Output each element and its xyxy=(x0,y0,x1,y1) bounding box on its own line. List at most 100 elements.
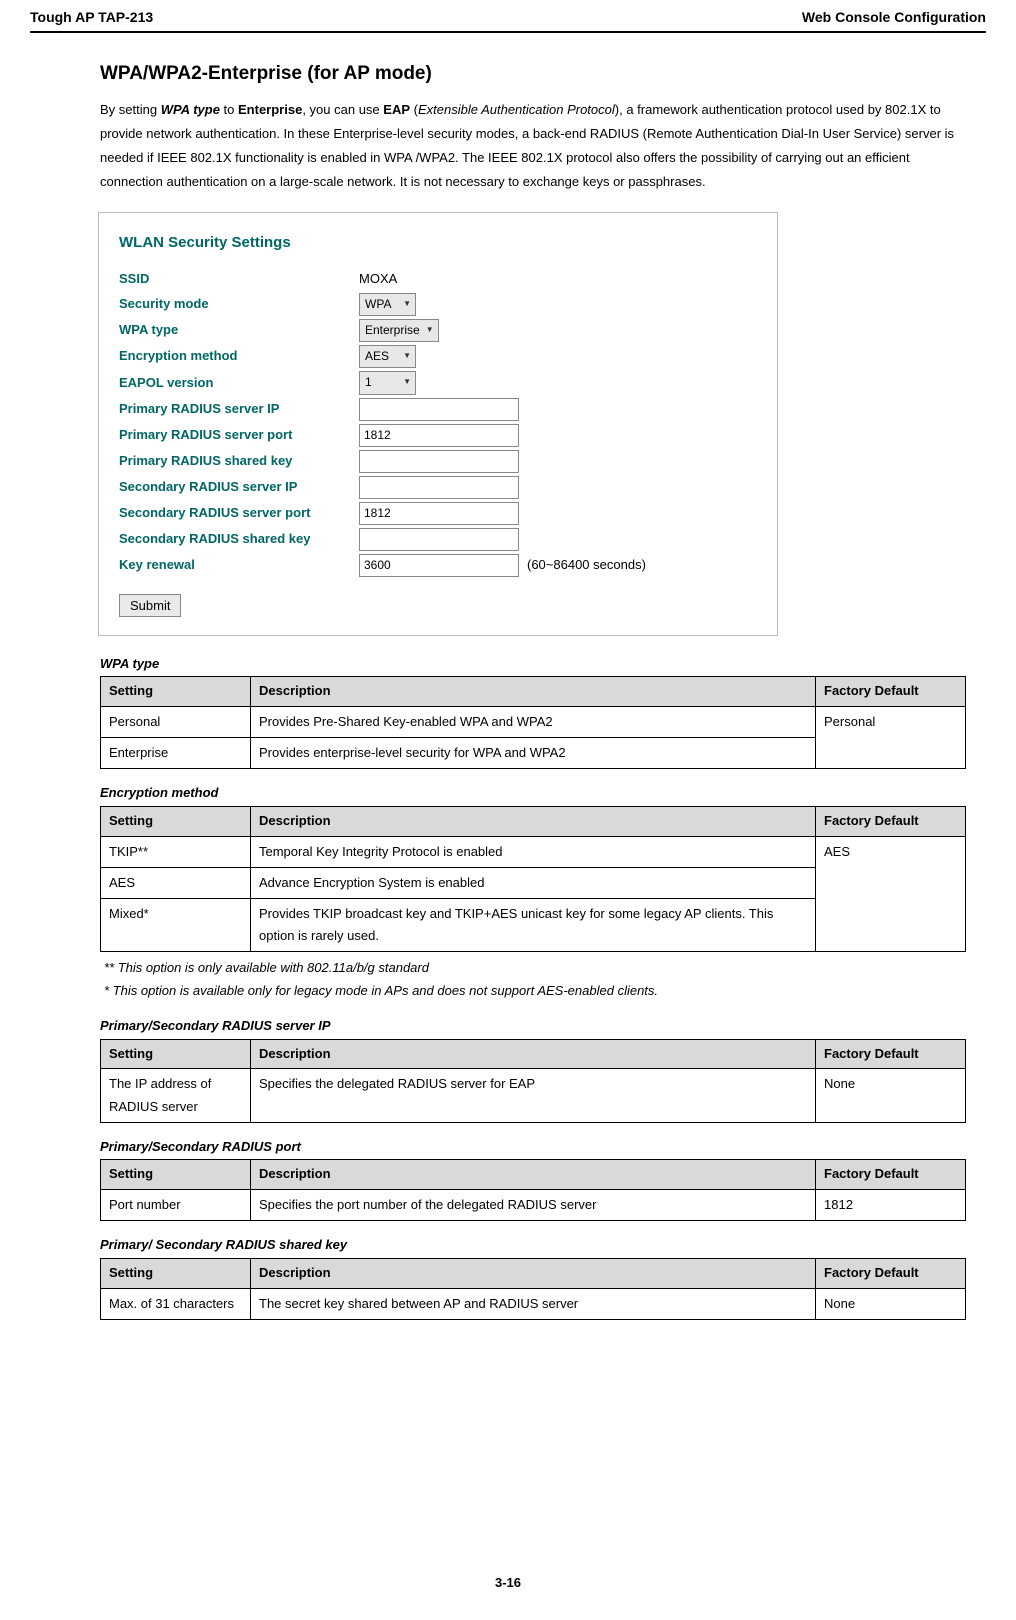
form-label: Secondary RADIUS server port xyxy=(119,503,359,524)
table-default-cell: None xyxy=(816,1288,966,1319)
form-label: Primary RADIUS server port xyxy=(119,425,359,446)
form-row: Secondary RADIUS shared key xyxy=(119,528,757,551)
dropdown[interactable]: WPA xyxy=(359,293,416,316)
table-header: Factory Default xyxy=(816,807,966,837)
table-footnote: ** This option is only available with 80… xyxy=(104,958,966,979)
form-row: Secondary RADIUS server IP xyxy=(119,476,757,499)
table-header: Description xyxy=(251,677,816,707)
dropdown[interactable]: AES xyxy=(359,345,416,368)
text-input[interactable] xyxy=(359,502,519,525)
table-header: Factory Default xyxy=(816,677,966,707)
form-label: Secondary RADIUS server IP xyxy=(119,477,359,498)
table-header: Setting xyxy=(101,677,251,707)
spec-table: SettingDescriptionFactory DefaultPort nu… xyxy=(100,1159,966,1221)
table-caption: Primary/Secondary RADIUS server IP xyxy=(100,1016,966,1037)
dropdown[interactable]: Enterprise xyxy=(359,319,439,342)
form-value xyxy=(359,502,757,525)
form-value xyxy=(359,398,757,421)
form-value: MOXA xyxy=(359,269,757,290)
header-left: Tough AP TAP-213 xyxy=(30,6,153,28)
form-label: WPA type xyxy=(119,320,359,341)
form-row: Encryption methodAES xyxy=(119,345,757,368)
table-row: The IP address of RADIUS serverSpecifies… xyxy=(101,1069,966,1122)
intro-paragraph: By setting WPA type to Enterprise, you c… xyxy=(100,98,966,194)
page-header: Tough AP TAP-213 Web Console Configurati… xyxy=(30,0,986,33)
text-input[interactable] xyxy=(359,450,519,473)
form-row: Security modeWPA xyxy=(119,293,757,316)
table-cell: Provides TKIP broadcast key and TKIP+AES… xyxy=(251,899,816,952)
table-cell: Temporal Key Integrity Protocol is enabl… xyxy=(251,836,816,867)
static-value: MOXA xyxy=(359,269,397,290)
table-default-cell: AES xyxy=(816,836,966,951)
table-header: Description xyxy=(251,807,816,837)
form-value: Enterprise xyxy=(359,319,757,342)
header-right: Web Console Configuration xyxy=(802,6,986,28)
submit-button[interactable]: Submit xyxy=(119,594,181,617)
table-default-cell: Personal xyxy=(816,707,966,769)
table-row: Port numberSpecifies the port number of … xyxy=(101,1190,966,1221)
table-row: TKIP**Temporal Key Integrity Protocol is… xyxy=(101,836,966,867)
table-cell: Specifies the delegated RADIUS server fo… xyxy=(251,1069,816,1122)
table-cell: Personal xyxy=(101,707,251,738)
table-row: Max. of 31 charactersThe secret key shar… xyxy=(101,1288,966,1319)
table-cell: Provides enterprise-level security for W… xyxy=(251,738,816,769)
form-value xyxy=(359,424,757,447)
form-value: (60~86400 seconds) xyxy=(359,554,757,577)
table-header: Setting xyxy=(101,1039,251,1069)
form-row: Primary RADIUS server port xyxy=(119,424,757,447)
wlan-security-settings-panel: WLAN Security Settings SSIDMOXA Security … xyxy=(98,212,778,636)
table-default-cell: None xyxy=(816,1069,966,1122)
form-value: WPA xyxy=(359,293,757,316)
table-header: Description xyxy=(251,1259,816,1289)
table-cell: Max. of 31 characters xyxy=(101,1288,251,1319)
table-header: Factory Default xyxy=(816,1259,966,1289)
form-row: Primary RADIUS server IP xyxy=(119,398,757,421)
text-input[interactable] xyxy=(359,528,519,551)
table-cell: The secret key shared between AP and RAD… xyxy=(251,1288,816,1319)
form-value: 1 xyxy=(359,371,757,394)
form-row: EAPOL version1 xyxy=(119,371,757,394)
table-header: Factory Default xyxy=(816,1039,966,1069)
table-header: Setting xyxy=(101,1259,251,1289)
table-header: Description xyxy=(251,1160,816,1190)
form-row: WPA typeEnterprise xyxy=(119,319,757,342)
table-footnote: * This option is available only for lega… xyxy=(104,981,966,1002)
text-input[interactable] xyxy=(359,398,519,421)
panel-title: WLAN Security Settings xyxy=(119,231,757,255)
table-cell: Enterprise xyxy=(101,738,251,769)
form-label: Primary RADIUS shared key xyxy=(119,451,359,472)
page-number: 3-16 xyxy=(30,1573,986,1594)
table-header: Setting xyxy=(101,1160,251,1190)
spec-table: SettingDescriptionFactory DefaultTKIP**T… xyxy=(100,806,966,952)
table-caption: Primary/ Secondary RADIUS shared key xyxy=(100,1235,966,1256)
table-cell: Specifies the port number of the delegat… xyxy=(251,1190,816,1221)
text-input[interactable] xyxy=(359,424,519,447)
form-row: Primary RADIUS shared key xyxy=(119,450,757,473)
table-cell: The IP address of RADIUS server xyxy=(101,1069,251,1122)
form-value xyxy=(359,528,757,551)
text-input[interactable] xyxy=(359,554,519,577)
section-title: WPA/WPA2-Enterprise (for AP mode) xyxy=(100,59,966,89)
table-cell: TKIP** xyxy=(101,836,251,867)
table-caption: Primary/Secondary RADIUS port xyxy=(100,1137,966,1158)
form-row: SSIDMOXA xyxy=(119,269,757,290)
form-label: Key renewal xyxy=(119,555,359,576)
table-header: Setting xyxy=(101,807,251,837)
dropdown[interactable]: 1 xyxy=(359,371,416,394)
form-label: SSID xyxy=(119,269,359,290)
spec-table: SettingDescriptionFactory DefaultPersona… xyxy=(100,676,966,769)
table-cell: Provides Pre-Shared Key-enabled WPA and … xyxy=(251,707,816,738)
input-suffix: (60~86400 seconds) xyxy=(527,555,646,576)
table-header: Factory Default xyxy=(816,1160,966,1190)
form-label: EAPOL version xyxy=(119,373,359,394)
form-row: Secondary RADIUS server port xyxy=(119,502,757,525)
table-caption: Encryption method xyxy=(100,783,966,804)
form-label: Encryption method xyxy=(119,346,359,367)
table-header: Description xyxy=(251,1039,816,1069)
spec-table: SettingDescriptionFactory DefaultMax. of… xyxy=(100,1258,966,1320)
table-cell: AES xyxy=(101,867,251,898)
text-input[interactable] xyxy=(359,476,519,499)
table-cell: Advance Encryption System is enabled xyxy=(251,867,816,898)
form-row: Key renewal (60~86400 seconds) xyxy=(119,554,757,577)
table-caption: WPA type xyxy=(100,654,966,675)
